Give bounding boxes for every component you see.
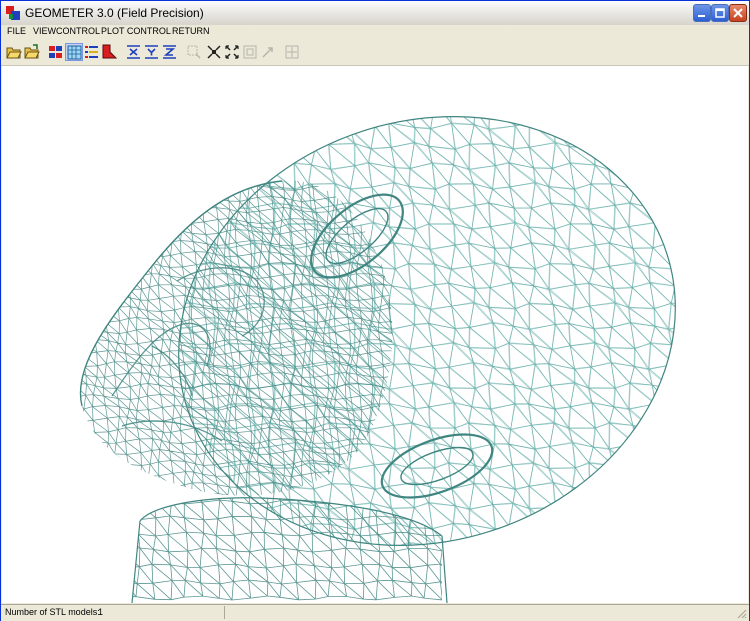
slice-z-button[interactable] — [161, 43, 179, 61]
toolbar — [1, 41, 749, 66]
slice-y-button[interactable] — [143, 43, 161, 61]
elements-button[interactable] — [47, 43, 65, 61]
open-alt-button[interactable] — [23, 43, 41, 61]
maximize-icon — [715, 8, 725, 18]
wireframe-head-model[interactable] — [2, 66, 748, 603]
slice-x-icon — [127, 45, 140, 59]
close-icon — [733, 8, 743, 18]
list-lines-icon — [85, 46, 98, 58]
stl-model-count: 1 — [98, 607, 104, 617]
open-folder-icon — [6, 47, 22, 59]
zoom-in-icon — [207, 45, 221, 59]
slice-y-icon — [145, 45, 158, 59]
resize-grip-icon[interactable] — [735, 607, 747, 619]
zoom-out-button[interactable] — [223, 43, 241, 61]
open-folder-alt-icon — [24, 44, 40, 59]
minimize-button[interactable] — [693, 4, 711, 22]
pan-icon — [262, 47, 273, 58]
menu-viewcontrol[interactable]: VIEWCONTROL — [33, 26, 100, 36]
window-title: GEOMETER 3.0 (Field Precision) — [25, 6, 204, 20]
menu-bar: FILE VIEWCONTROL PLOT CONTROL RETURN — [1, 25, 749, 40]
minimize-icon — [698, 15, 705, 17]
crosshair-icon — [285, 45, 299, 59]
app-window: GEOMETER 3.0 (Field Precision) FILE VIEW… — [0, 0, 750, 621]
slice-x-button[interactable] — [125, 43, 143, 61]
zoom-extent-button[interactable] — [241, 43, 259, 61]
close-button[interactable] — [729, 4, 747, 22]
crosshair-button[interactable] — [283, 43, 301, 61]
pan-button[interactable] — [259, 43, 277, 61]
grid-mesh-icon — [67, 45, 82, 60]
zoom-in-button[interactable] — [205, 43, 223, 61]
title-bar[interactable]: GEOMETER 3.0 (Field Precision) — [1, 1, 749, 26]
menu-file[interactable]: FILE — [7, 26, 26, 36]
status-bar: Number of STL models: 1 — [1, 604, 749, 621]
list-button[interactable] — [83, 43, 101, 61]
colored-elements-icon — [49, 46, 62, 58]
status-label: Number of STL models: — [5, 607, 100, 617]
shape-button[interactable] — [101, 43, 119, 61]
plot-canvas[interactable] — [2, 66, 748, 603]
zoom-out-icon — [225, 45, 239, 59]
red-shape-icon — [102, 44, 118, 59]
menu-plot-control[interactable]: PLOT CONTROL — [101, 26, 171, 36]
zoom-window-button[interactable] — [185, 43, 203, 61]
menu-return[interactable]: RETURN — [172, 26, 210, 36]
open-button[interactable] — [5, 43, 23, 61]
maximize-button[interactable] — [711, 4, 729, 22]
app-logo-icon — [6, 6, 20, 20]
zoom-extent-icon — [243, 45, 257, 59]
mesh-button[interactable] — [65, 43, 83, 61]
status-pane-models: Number of STL models: 1 — [2, 606, 225, 619]
slice-z-icon — [163, 45, 176, 59]
zoom-window-icon — [187, 45, 201, 59]
